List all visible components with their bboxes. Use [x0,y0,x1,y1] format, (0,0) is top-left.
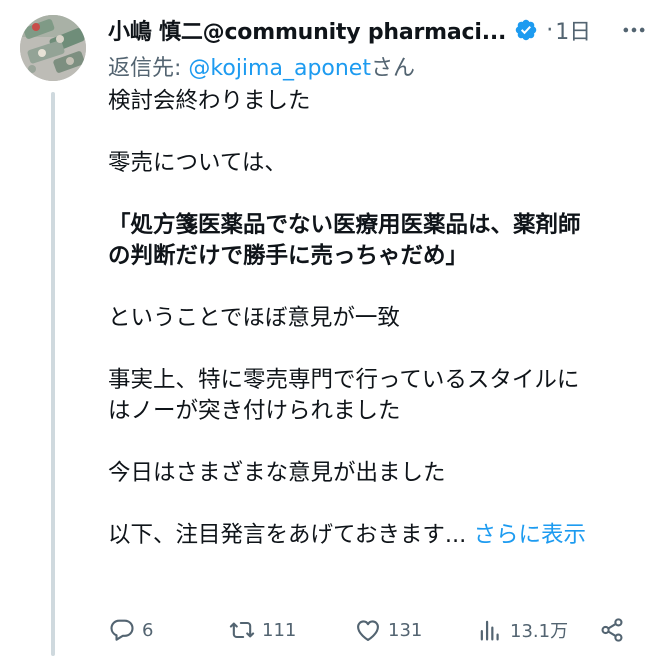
retweet-count: 111 [262,619,297,641]
avatar[interactable] [20,15,86,81]
verified-badge-icon [514,18,538,42]
tweet[interactable]: 小嶋 慎二@community pharmaci... · 1日 返信先: @k… [0,0,668,656]
tweet-line: 検討会終わりました [108,88,311,114]
reply-button[interactable]: 6 [108,612,153,648]
tweet-line: 零売については、 [108,150,287,176]
tweet-line: 事実上、特に零売専門で行っているスタイルに [108,367,580,393]
share-icon [601,618,623,642]
tweet-line: ということでほぼ意見が一致 [108,305,400,331]
tweet-text: 検討会終わりました 零売については、 「処方箋医薬品でない医療用医薬品は、薬剤師… [108,86,648,551]
view-count: 13.1万 [510,621,569,642]
reply-to: 返信先: @kojima_aponetさん [108,50,415,82]
separator-dot: · [546,17,554,43]
tweet-header: 小嶋 慎二@community pharmaci... · 1日 [108,10,628,50]
like-button[interactable]: 131 [354,612,422,648]
more-icon[interactable] [620,16,648,44]
tweet-line-bold: 「処方箋医薬品でない医療用医薬品は、薬剤師 [108,212,581,238]
post-time[interactable]: 1日 [555,14,591,46]
reply-icon [110,619,134,641]
reply-to-suffix: さん [370,56,415,81]
reply-to-handle[interactable]: @kojima_aponet [188,56,371,81]
retweet-button[interactable]: 111 [228,612,296,648]
tweet-last-line: 以下、注目発言をあげておきます... さらに表示 [108,520,648,551]
reply-to-prefix: 返信先: [108,56,189,81]
share-button[interactable] [598,612,632,648]
heart-icon [357,620,379,641]
views-button[interactable]: 13.1万 [476,612,568,648]
tweet-line: 今日はさまざまな意見が出ました [108,460,446,486]
author-display-name[interactable]: 小嶋 慎二@community pharmaci... [108,14,506,46]
thread-line [51,92,55,656]
tweet-line: はノーが突き付けられました [108,398,401,424]
show-more-link[interactable]: さらに表示 [473,522,586,548]
reply-count: 6 [142,619,154,641]
retweet-icon [229,621,255,639]
tweet-line-bold: の判断だけで勝手に売っちゃだめ」 [108,243,469,269]
like-count: 131 [388,619,423,641]
tweet-line: 以下、注目発言をあげておきます... [108,522,467,548]
views-chart-icon [480,620,499,641]
action-bar: 6 111 131 13.1万 [108,612,638,648]
